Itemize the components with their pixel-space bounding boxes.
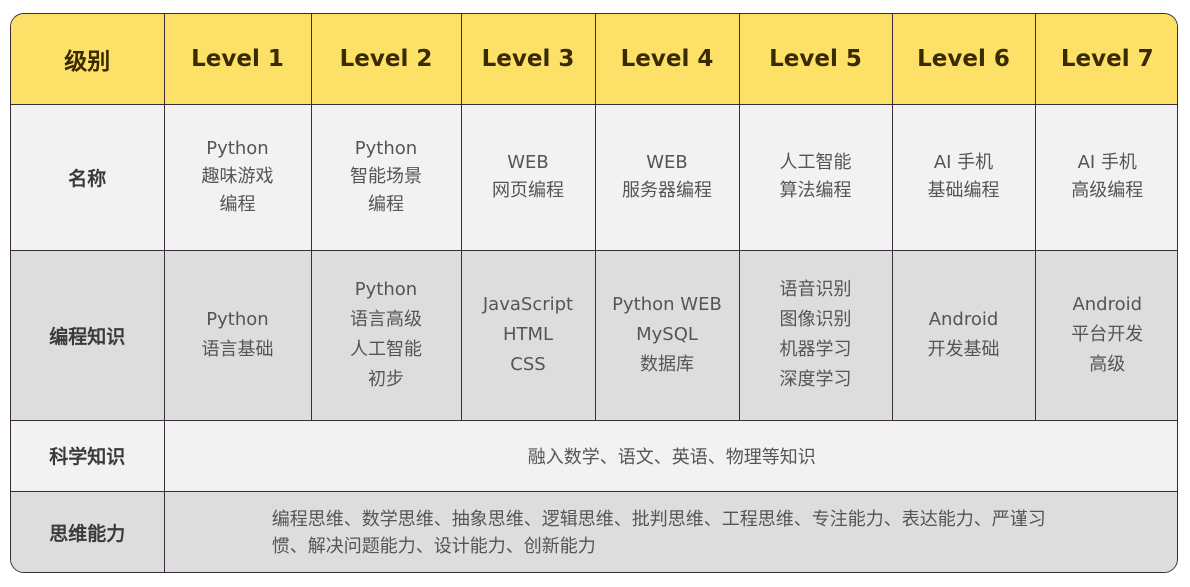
coding-cell: Python 语言基础 (163, 249, 312, 421)
thinking-text: 编程思维、数学思维、抽象思维、逻辑思维、批判思维、工程思维、专注能力、表达能力、… (271, 508, 1046, 557)
coding-cell: JavaScript HTML CSS (460, 249, 596, 421)
coding-cell: Android 平台开发 高级 (1034, 249, 1177, 421)
thinking-row: 思维能力 编程思维、数学思维、抽象思维、逻辑思维、批判思维、工程思维、专注能力、… (11, 490, 1177, 572)
science-cell: 融入数学、语文、英语、物理等知识 (163, 419, 1177, 492)
science-row: 科学知识 融入数学、语文、英语、物理等知识 (11, 419, 1177, 492)
name-cell: AI 手机 基础编程 (891, 103, 1036, 251)
header-level-1: Level 1 (163, 14, 312, 105)
thinking-cell: 编程思维、数学思维、抽象思维、逻辑思维、批判思维、工程思维、专注能力、表达能力、… (163, 490, 1177, 572)
header-level-3: Level 3 (460, 14, 596, 105)
level-table: 级别 Level 1 Level 2 Level 3 Level 4 Level… (11, 14, 1177, 572)
header-level-6: Level 6 (891, 14, 1036, 105)
name-cell: Python 智能场景 编程 (310, 103, 462, 251)
header-level-5: Level 5 (738, 14, 893, 105)
coding-cell: 语音识别 图像识别 机器学习 深度学习 (738, 249, 893, 421)
header-row: 级别 Level 1 Level 2 Level 3 Level 4 Level… (11, 14, 1177, 105)
coding-row-label: 编程知识 (11, 249, 165, 421)
header-level-7: Level 7 (1034, 14, 1177, 105)
name-cell: WEB 网页编程 (460, 103, 596, 251)
coding-row: 编程知识 Python 语言基础 Python 语言高级 人工智能 初步 Jav… (11, 249, 1177, 421)
thinking-row-label: 思维能力 (11, 490, 165, 572)
coding-cell: Python WEB MySQL 数据库 (594, 249, 740, 421)
header-level-4: Level 4 (594, 14, 740, 105)
name-cell: Python 趣味游戏 编程 (163, 103, 312, 251)
coding-cell: Python 语言高级 人工智能 初步 (310, 249, 462, 421)
name-row-label: 名称 (11, 103, 165, 251)
coding-cell: Android 开发基础 (891, 249, 1036, 421)
header-label: 级别 (11, 14, 165, 105)
header-level-2: Level 2 (310, 14, 462, 105)
curriculum-table: 级别 Level 1 Level 2 Level 3 Level 4 Level… (10, 13, 1178, 573)
science-row-label: 科学知识 (11, 419, 165, 492)
name-cell: 人工智能 算法编程 (738, 103, 893, 251)
name-cell: WEB 服务器编程 (594, 103, 740, 251)
science-text: 融入数学、语文、英语、物理等知识 (527, 446, 816, 468)
name-cell: AI 手机 高级编程 (1034, 103, 1177, 251)
name-row: 名称 Python 趣味游戏 编程 Python 智能场景 编程 WEB 网页编… (11, 103, 1177, 251)
